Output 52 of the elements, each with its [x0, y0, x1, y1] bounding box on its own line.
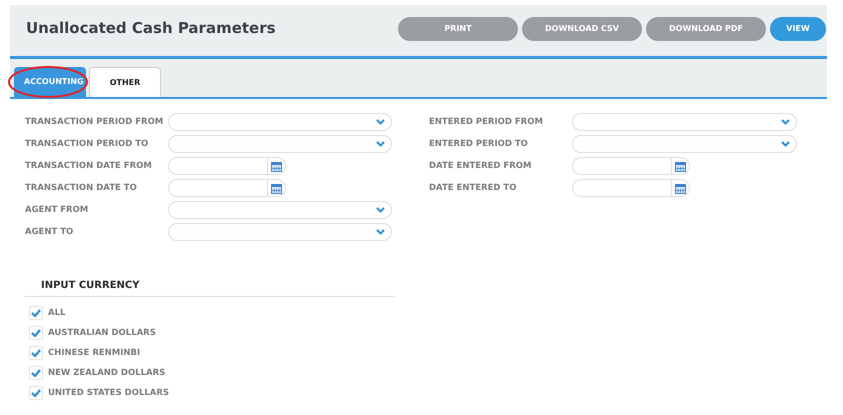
- checkmark-icon: [31, 369, 41, 377]
- dropdown-field[interactable]: [572, 113, 797, 131]
- checkmark-icon: [31, 349, 41, 357]
- chevron-down-icon: [781, 141, 790, 147]
- calendar-icon[interactable]: [675, 182, 686, 194]
- tab[interactable]: OTHER: [89, 67, 161, 97]
- field-label: AGENT FROM: [25, 204, 90, 216]
- field-label: TRANSACTION DATE TO: [25, 182, 138, 194]
- toolbar-button[interactable]: PRINT: [398, 16, 518, 40]
- toolbar-button[interactable]: DOWNLOAD PDF: [646, 16, 766, 40]
- checkbox[interactable]: [29, 386, 43, 400]
- dropdown-field[interactable]: [168, 135, 392, 153]
- dropdown-field[interactable]: [168, 223, 392, 241]
- dropdown-field[interactable]: [168, 201, 392, 219]
- calendar-icon[interactable]: [271, 182, 282, 194]
- chevron-down-icon: [376, 229, 385, 235]
- date-field[interactable]: [572, 179, 690, 197]
- checkbox-label: CHINESE RENMINBI: [48, 346, 140, 360]
- checkmark-icon: [31, 309, 41, 317]
- field-label: AGENT TO: [25, 226, 74, 238]
- checkmark-icon: [31, 329, 41, 337]
- chevron-down-icon: [376, 207, 385, 213]
- date-field[interactable]: [168, 179, 286, 197]
- field-label: DATE ENTERED TO: [429, 182, 518, 194]
- chevron-down-icon: [376, 119, 385, 125]
- calendar-icon[interactable]: [271, 160, 282, 172]
- checkbox[interactable]: [29, 306, 43, 320]
- toolbar-button[interactable]: VIEW: [770, 16, 826, 40]
- toolbar-button[interactable]: DOWNLOAD CSV: [522, 16, 642, 40]
- checkbox[interactable]: [29, 366, 43, 380]
- field-label: TRANSACTION PERIOD FROM: [25, 116, 164, 128]
- chevron-down-icon: [781, 119, 790, 125]
- checkmark-icon: [31, 389, 41, 397]
- date-field[interactable]: [168, 157, 286, 175]
- field-label: ENTERED PERIOD TO: [429, 138, 529, 150]
- field-label: TRANSACTION DATE FROM: [25, 160, 153, 172]
- date-field[interactable]: [572, 157, 690, 175]
- checkbox-label: ALL: [48, 306, 66, 320]
- field-label: ENTERED PERIOD FROM: [429, 116, 544, 128]
- checkbox[interactable]: [29, 346, 43, 360]
- checkbox-label: UNITED STATES DOLLARS: [48, 386, 170, 400]
- dropdown-field[interactable]: [168, 113, 392, 131]
- field-label: TRANSACTION PERIOD TO: [25, 138, 150, 150]
- field-label: DATE ENTERED FROM: [429, 160, 532, 172]
- chevron-down-icon: [376, 141, 385, 147]
- dropdown-field[interactable]: [572, 135, 797, 153]
- section-heading: INPUT CURRENCY: [41, 280, 140, 291]
- checkbox-label: NEW ZEALAND DOLLARS: [48, 366, 166, 380]
- checkbox[interactable]: [29, 326, 43, 340]
- page-title: Unallocated Cash Parameters: [26, 18, 276, 40]
- checkbox-label: AUSTRALIAN DOLLARS: [48, 326, 156, 340]
- calendar-icon[interactable]: [675, 160, 686, 172]
